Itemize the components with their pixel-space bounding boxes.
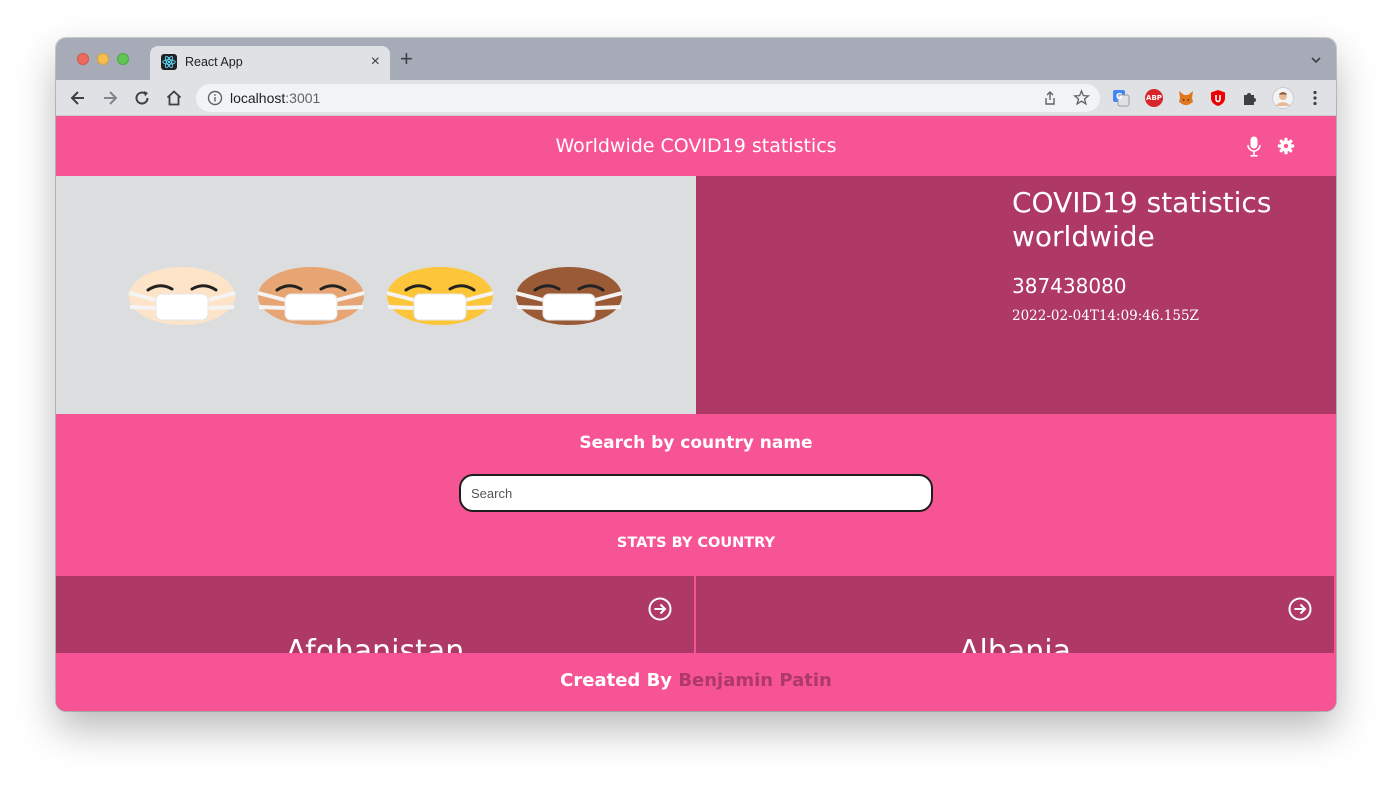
footer-credit: Created By Benjamin Patin xyxy=(56,670,1336,691)
tab-close-icon[interactable]: × xyxy=(371,53,380,71)
svg-text:G: G xyxy=(1116,92,1123,101)
author-link[interactable]: Benjamin Patin xyxy=(678,670,832,691)
mic-icon[interactable] xyxy=(1247,136,1261,157)
hero-section: COVID19 statistics worldwide 387438080 2… xyxy=(56,176,1336,414)
browser-window: React App × + localhost:3001 G ABP World… xyxy=(56,38,1336,711)
browser-toolbar: localhost:3001 G ABP xyxy=(56,80,1336,116)
star-icon[interactable] xyxy=(1073,89,1090,106)
gear-icon[interactable] xyxy=(1277,137,1295,155)
arrow-right-circle-icon[interactable] xyxy=(1288,597,1312,621)
ublock-icon[interactable] xyxy=(1209,89,1227,107)
arrow-right-circle-icon[interactable] xyxy=(648,597,672,621)
global-stats-panel: COVID19 statistics worldwide 387438080 2… xyxy=(696,176,1336,414)
new-tab-button[interactable]: + xyxy=(400,48,413,70)
back-icon[interactable] xyxy=(68,88,88,108)
react-logo-icon xyxy=(161,54,177,70)
global-stats-heading: COVID19 statistics worldwide xyxy=(1012,186,1272,253)
metamask-fox-icon[interactable] xyxy=(1177,89,1195,107)
share-icon[interactable] xyxy=(1042,90,1058,106)
address-bar[interactable]: localhost:3001 xyxy=(196,84,1100,112)
global-case-count: 387438080 xyxy=(1012,274,1127,298)
profile-avatar-icon[interactable] xyxy=(1272,87,1294,109)
adblock-plus-icon[interactable]: ABP xyxy=(1145,89,1163,107)
url-text[interactable]: localhost:3001 xyxy=(230,90,320,106)
tab-title: React App xyxy=(185,55,243,69)
footer: Created By Benjamin Patin xyxy=(56,653,1336,711)
app-header: Worldwide COVID19 statistics xyxy=(56,116,1336,176)
home-icon[interactable] xyxy=(164,88,184,108)
masked-face-icon xyxy=(515,267,623,325)
last-updated-timestamp: 2022-02-04T14:09:46.155Z xyxy=(1012,308,1199,324)
page-content: Worldwide COVID19 statistics COVID19 sta… xyxy=(56,116,1336,711)
tab-strip: React App × + xyxy=(56,38,1336,80)
footer-prefix: Created By xyxy=(560,670,673,691)
forward-icon[interactable] xyxy=(100,88,120,108)
reload-icon[interactable] xyxy=(132,88,152,108)
minimize-window-button[interactable] xyxy=(97,53,109,65)
masked-emoji-image xyxy=(56,176,696,414)
info-icon[interactable] xyxy=(207,90,223,106)
search-input[interactable] xyxy=(459,474,933,512)
search-label: Search by country name xyxy=(579,433,813,453)
extensions-puzzle-icon[interactable] xyxy=(1241,89,1259,107)
masked-face-icon xyxy=(386,267,494,325)
maximize-window-button[interactable] xyxy=(117,53,129,65)
chevron-down-icon[interactable] xyxy=(1310,54,1322,66)
masked-face-icon xyxy=(128,267,236,325)
page-title: Worldwide COVID19 statistics xyxy=(555,135,837,157)
google-translate-icon[interactable]: G xyxy=(1112,89,1130,107)
browser-menu-icon[interactable] xyxy=(1306,89,1324,107)
masked-face-icon xyxy=(257,267,365,325)
stats-by-country-heading: STATS BY COUNTRY xyxy=(616,535,776,551)
close-window-button[interactable] xyxy=(77,53,89,65)
search-section: Search by country name STATS BY COUNTRY xyxy=(56,414,1336,576)
browser-tab[interactable]: React App × xyxy=(150,46,390,80)
